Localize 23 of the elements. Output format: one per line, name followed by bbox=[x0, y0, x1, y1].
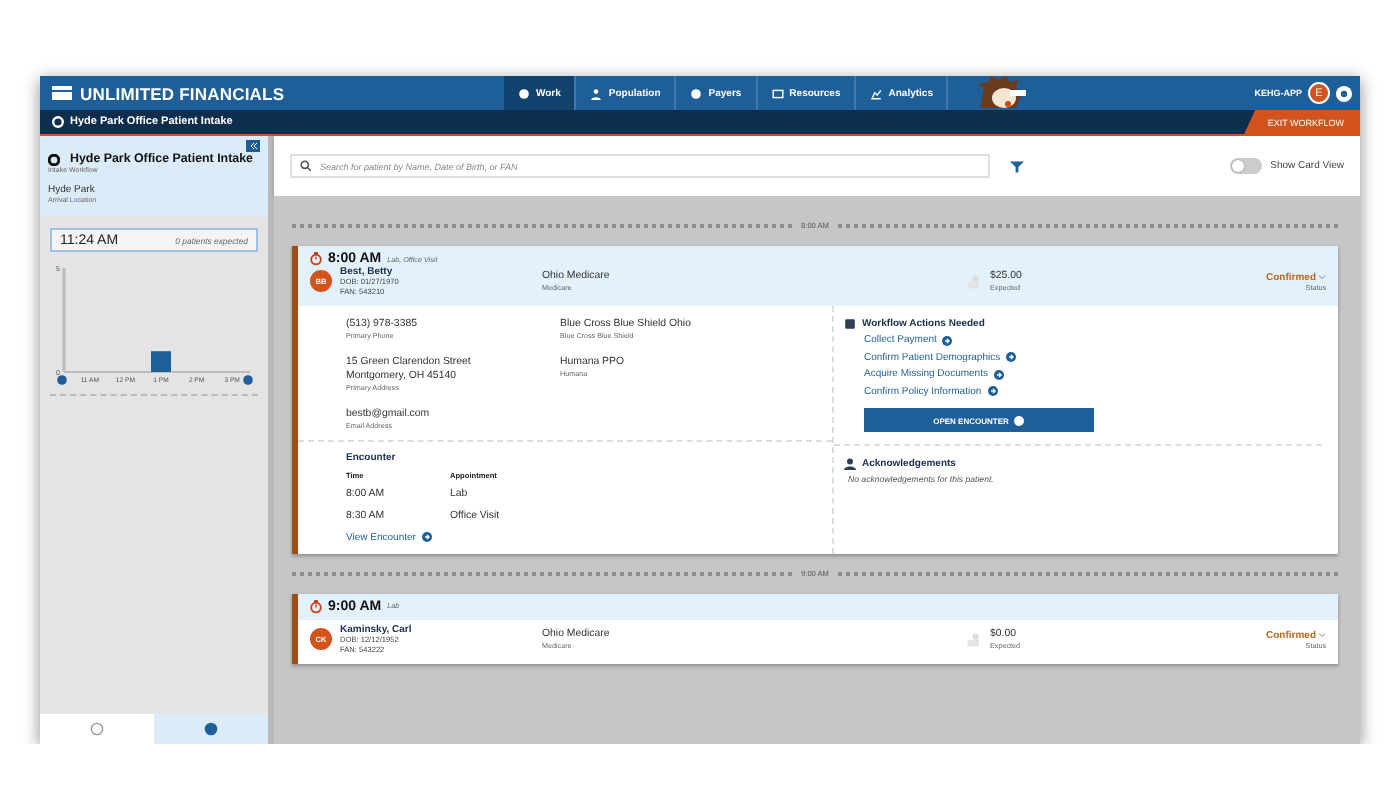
person-icon bbox=[844, 458, 856, 471]
logo-icon bbox=[52, 84, 72, 102]
timer-icon bbox=[310, 252, 322, 266]
workflow-icon bbox=[48, 153, 60, 165]
sidebar-tab[interactable] bbox=[154, 714, 268, 744]
next-icon[interactable] bbox=[243, 375, 253, 385]
search-icon bbox=[300, 160, 312, 172]
workflow-icon bbox=[52, 116, 64, 128]
app-title: UNLIMITED FINANCIALS bbox=[80, 83, 285, 103]
chevron-icon bbox=[1318, 632, 1326, 639]
person-icon bbox=[590, 87, 603, 99]
grid-icon bbox=[771, 87, 784, 99]
toggle-switch[interactable] bbox=[1230, 158, 1263, 174]
filter-icon[interactable] bbox=[1010, 159, 1024, 173]
previous-icon[interactable] bbox=[57, 375, 67, 385]
bar bbox=[151, 351, 171, 372]
timer-icon bbox=[310, 599, 322, 614]
hedgehog-drawing bbox=[976, 76, 1029, 110]
collapse-icon[interactable] bbox=[246, 140, 260, 152]
chevron-icon bbox=[1318, 274, 1326, 281]
chart-icon bbox=[870, 87, 883, 99]
circle-icon bbox=[518, 87, 530, 99]
clock-icon bbox=[90, 722, 104, 736]
